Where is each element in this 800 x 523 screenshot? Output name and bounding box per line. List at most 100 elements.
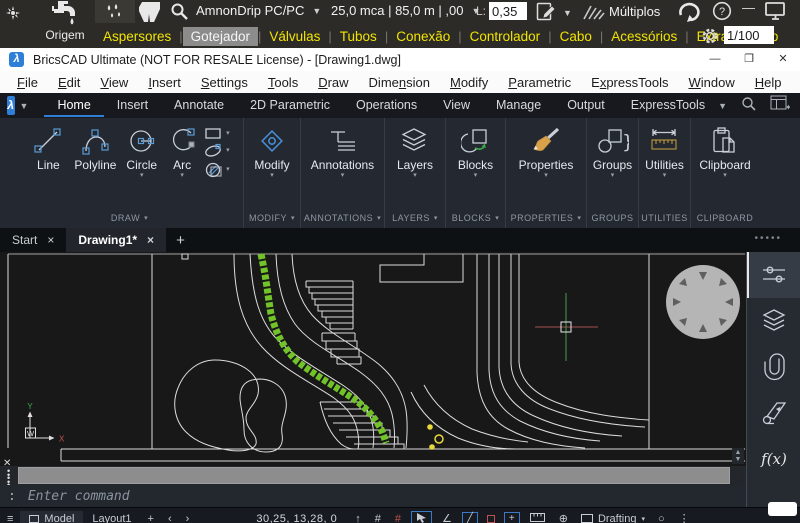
tool-utilities[interactable]: Utilities ▾	[642, 125, 687, 179]
monitor-icon[interactable]	[764, 1, 788, 26]
tool-arc[interactable]: Arc ▾	[164, 125, 200, 179]
ribbon-tab-manage[interactable]: Manage	[483, 94, 554, 117]
plugin-tab-gotejador[interactable]: Gotejador	[183, 27, 258, 46]
render-panel-button[interactable]	[747, 390, 800, 436]
layers-panel-button[interactable]	[747, 298, 800, 344]
ribbon-tab-2d-parametric[interactable]: 2D Parametric	[237, 94, 343, 117]
plugin-tab-acess-rios[interactable]: Acessórios	[603, 27, 685, 46]
status-more-icon[interactable]: ⋮	[679, 512, 690, 523]
annotation-sheet-button[interactable]: ▼	[536, 1, 572, 24]
tool-properties[interactable]: Properties ▾	[516, 125, 577, 179]
polar-toggle[interactable]: ╱	[462, 512, 478, 523]
ribbon-tab-annotate[interactable]: Annotate	[161, 94, 237, 117]
plugin-tab-tubos[interactable]: Tubos	[332, 27, 385, 46]
group-label-draw[interactable]: DRAW▾	[16, 207, 243, 228]
group-label-properties[interactable]: PROPERTIES▾	[506, 207, 586, 228]
tool-rectangle[interactable]: ▾	[204, 126, 230, 141]
scroll-arrows[interactable]: ▲▼	[732, 448, 744, 464]
scrollbar-thumb[interactable]	[18, 467, 730, 484]
ribbon-tab-insert[interactable]: Insert	[104, 94, 161, 117]
tool-hatch[interactable]: ▾	[204, 161, 230, 178]
properties-panel-button[interactable]	[747, 252, 800, 298]
minimize-icon[interactable]: —	[742, 0, 755, 15]
status-search-icon[interactable]: ○	[658, 513, 665, 523]
ruler-icon[interactable]	[530, 513, 545, 523]
device-selector[interactable]: AmnonDrip PC/PC ▼	[196, 3, 321, 18]
grid-toggle-icon[interactable]: #	[375, 513, 381, 523]
menu-parametric[interactable]: Parametric	[499, 73, 580, 92]
menu-modify[interactable]: Modify	[441, 73, 497, 92]
menu-dimension[interactable]: Dimension	[360, 73, 439, 92]
tool-modify[interactable]: Modify ▾	[251, 125, 292, 179]
plugin-tab-v-lvulas[interactable]: Válvulas	[261, 27, 328, 46]
restore-button[interactable]: ❐	[732, 48, 766, 71]
drawing-canvas[interactable]: W Y X ▲▼	[0, 252, 746, 466]
close-icon[interactable]: ×	[147, 233, 154, 247]
curved-arrow-icon[interactable]	[676, 0, 700, 27]
close-button[interactable]: ✕	[766, 48, 800, 71]
ucs-up-icon[interactable]: ↑	[355, 513, 361, 523]
menu-window[interactable]: Window	[679, 73, 743, 92]
tool-clipboard[interactable]: Clipboard ▾	[696, 125, 753, 179]
l-input[interactable]	[489, 2, 527, 20]
doc-tab-drawing1[interactable]: Drawing1*×	[66, 228, 166, 252]
ribbon-tab-output[interactable]: Output	[554, 94, 618, 117]
model-tab[interactable]: Model	[20, 511, 83, 523]
tool-annotations[interactable]: Annotations ▾	[308, 125, 377, 179]
plugin-tab-controlador[interactable]: Controlador	[462, 27, 549, 46]
tool-ellipse[interactable]: ▾	[204, 143, 230, 159]
fx-panel-button[interactable]: f(x)	[747, 436, 800, 482]
geo-icon[interactable]: ⊕	[559, 512, 568, 523]
group-label-blocks[interactable]: BLOCKS▾	[446, 207, 505, 228]
menu-expresstools[interactable]: ExpressTools	[582, 73, 677, 92]
group-label-layers[interactable]: LAYERS▾	[385, 207, 445, 228]
coordinates-readout[interactable]: 30,25, 13,28, 0	[256, 513, 337, 523]
ribbon-tab-operations[interactable]: Operations	[343, 94, 430, 117]
status-menu-icon[interactable]: ≡	[7, 513, 13, 523]
ribbon-tab-expresstools[interactable]: ExpressTools	[618, 94, 718, 117]
ribbon-search-icon[interactable]	[741, 96, 756, 116]
tool-layers[interactable]: Layers ▾	[394, 125, 436, 179]
ribbon-tab-view[interactable]: View	[430, 94, 483, 117]
plugin-tab-cabo[interactable]: Cabo	[552, 27, 600, 46]
esnap-icon[interactable]	[487, 515, 495, 523]
attachments-panel-button[interactable]	[747, 344, 800, 390]
command-line[interactable]: : Enter command	[0, 485, 746, 507]
group-label-modify[interactable]: MODIFY▾	[244, 207, 300, 228]
scale-input[interactable]	[724, 26, 774, 44]
osnap-toggle[interactable]: +	[504, 512, 520, 523]
menu-insert[interactable]: Insert	[139, 73, 190, 92]
menu-file[interactable]: File	[8, 73, 47, 92]
workspace-selector[interactable]: Drafting ▾	[581, 513, 645, 523]
plugin-tab-conex-o[interactable]: Conexão	[388, 27, 458, 46]
add-layout-button[interactable]: +	[148, 513, 154, 523]
panel-grip-dots[interactable]: •••••	[754, 233, 782, 244]
multiplos-tool[interactable]: Múltiplos	[581, 2, 660, 21]
menu-help[interactable]: Help	[746, 73, 791, 92]
drip-mode-button[interactable]	[95, 0, 135, 23]
menu-settings[interactable]: Settings	[192, 73, 257, 92]
menu-tools[interactable]: Tools	[259, 73, 307, 92]
menu-edit[interactable]: Edit	[49, 73, 89, 92]
ribbon-tab-home[interactable]: Home	[44, 94, 103, 117]
menu-draw[interactable]: Draw	[309, 73, 357, 92]
chevron-down-icon[interactable]: ▼	[718, 101, 727, 111]
group-label-groups[interactable]: GROUPS	[587, 207, 638, 228]
group-label-annotations[interactable]: ANNOTATIONS▾	[301, 207, 384, 228]
doc-tab-start[interactable]: Start×	[0, 228, 66, 252]
cursor-toggle[interactable]	[411, 511, 432, 523]
close-icon[interactable]: ×	[47, 233, 54, 247]
plugin-tab-aspersores[interactable]: Aspersores	[95, 27, 179, 46]
pressure-readout[interactable]: 25,0 mca | 85,0 m | ,00 ▼	[331, 3, 480, 18]
minimize-button[interactable]: —	[698, 48, 732, 71]
panel-layout-icon[interactable]: ✦	[770, 95, 790, 116]
menu-view[interactable]: View	[91, 73, 137, 92]
tool-line[interactable]: Line	[29, 125, 67, 172]
origem-tool[interactable]: Origem	[36, 0, 94, 48]
new-document-button[interactable]: +	[166, 232, 195, 249]
ortho-icon[interactable]: ∠	[442, 512, 452, 523]
tool-circle[interactable]: Circle ▾	[123, 125, 160, 179]
tool-groups[interactable]: } Groups ▾	[590, 125, 635, 179]
bricscad-ribbon-logo[interactable]: λ	[7, 96, 15, 115]
tool-polyline[interactable]: Polyline	[71, 125, 119, 172]
